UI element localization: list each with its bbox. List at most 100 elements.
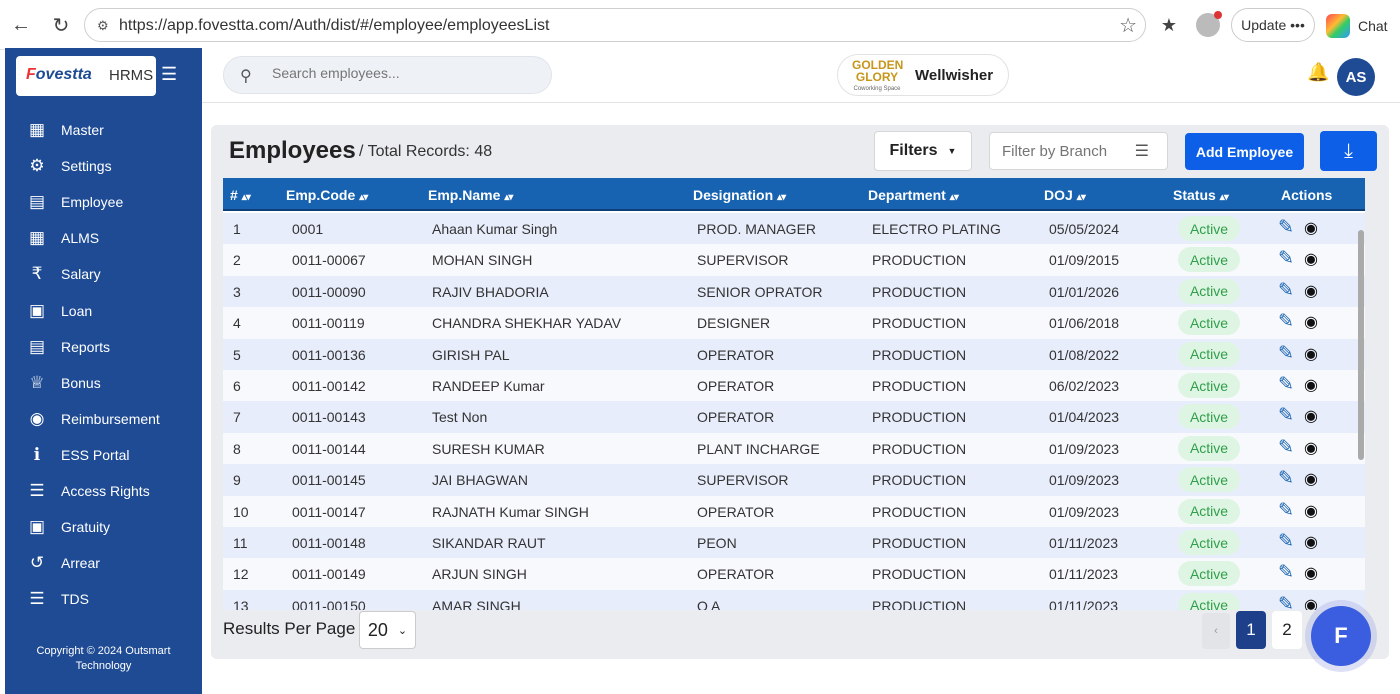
- column-header-emp-code[interactable]: Emp.Code ▴▾: [286, 187, 368, 203]
- table-row[interactable]: 1 0001 Ahaan Kumar Singh PROD. MANAGER ELECT…: [223, 213, 1365, 245]
- table-row[interactable]: 11 0011-00148 SIKANDAR RAUT PEON PRODUCTION 0…: [223, 527, 1365, 559]
- edit-icon[interactable]: ✎: [1278, 593, 1294, 610]
- table-row[interactable]: 2 0011-00067 MOHAN SINGH SUPERVISOR PRODUCTI…: [223, 244, 1365, 276]
- view-eye-icon[interactable]: ◉: [1304, 312, 1318, 332]
- sidebar-item-salary[interactable]: ₹ Salary: [5, 256, 202, 292]
- site-info-icon[interactable]: ⚙: [97, 18, 109, 34]
- sidebar-item-ess-portal[interactable]: ℹ ESS Portal: [5, 437, 202, 473]
- table-row[interactable]: 10 0011-00147 RAJNATH Kumar SINGH OPERATOR P…: [223, 495, 1365, 527]
- sort-icon[interactable]: ▴▾: [777, 192, 786, 203]
- edit-icon[interactable]: ✎: [1278, 467, 1294, 490]
- branch-filter-input[interactable]: [1002, 143, 1132, 160]
- prev-page-button[interactable]: ‹: [1202, 613, 1230, 649]
- column-header-index[interactable]: # ▴▾: [230, 187, 251, 203]
- user-avatar[interactable]: AS: [1337, 58, 1375, 96]
- column-header-department[interactable]: Department ▴▾: [868, 187, 959, 203]
- edit-icon[interactable]: ✎: [1278, 499, 1294, 522]
- favorites-icon[interactable]: ★: [1154, 10, 1184, 40]
- filter-icon[interactable]: ☰: [1135, 141, 1149, 161]
- download-icon[interactable]: ⤓: [1320, 131, 1377, 171]
- edit-icon[interactable]: ✎: [1278, 279, 1294, 302]
- column-header-status[interactable]: Status ▴▾: [1173, 187, 1229, 203]
- sidebar-item-settings[interactable]: ⚙ Settings: [5, 148, 202, 184]
- table-row[interactable]: 13 0011-00150 AMAR SINGH Q A PRODUCTION 01/11…: [223, 589, 1365, 610]
- status-badge: Active: [1178, 592, 1240, 610]
- organization-switcher[interactable]: GOLDEN GLORY Coworking Space Wellwisher: [837, 54, 1009, 96]
- view-eye-icon[interactable]: ◉: [1304, 532, 1318, 552]
- edit-icon[interactable]: ✎: [1278, 310, 1294, 333]
- bookmark-star-icon[interactable]: ☆: [1119, 13, 1137, 38]
- table-row[interactable]: 9 0011-00145 JAI BHAGWAN SUPERVISOR PRODUCTI…: [223, 464, 1365, 496]
- table-row[interactable]: 6 0011-00142 RANDEEP Kumar OPERATOR PRODUCTI…: [223, 370, 1365, 402]
- reload-icon[interactable]: ↻: [46, 10, 76, 40]
- filters-dropdown[interactable]: Filters ▼: [874, 131, 972, 171]
- profile-avatar[interactable]: [1196, 11, 1222, 37]
- sidebar-item-reimbursement[interactable]: ◉ Reimbursement: [5, 401, 202, 437]
- update-button[interactable]: Update •••: [1231, 8, 1315, 42]
- sort-icon[interactable]: ▴▾: [242, 192, 251, 203]
- edit-icon[interactable]: ✎: [1278, 561, 1294, 584]
- view-eye-icon[interactable]: ◉: [1304, 375, 1318, 395]
- view-eye-icon[interactable]: ◉: [1304, 281, 1318, 301]
- view-eye-icon[interactable]: ◉: [1304, 501, 1318, 521]
- view-eye-icon[interactable]: ◉: [1304, 563, 1318, 583]
- table-row[interactable]: 7 0011-00143 Test Non OPERATOR PRODUCTION 01/…: [223, 401, 1365, 433]
- sidebar-item-master[interactable]: ▦ Master: [5, 112, 202, 148]
- sidebar-item-loan[interactable]: ▣ Loan: [5, 293, 202, 329]
- branch-filter[interactable]: ☰: [989, 132, 1168, 170]
- back-arrow-icon[interactable]: ←: [6, 10, 36, 40]
- search-input[interactable]: [272, 65, 532, 81]
- sidebar-item-access-rights[interactable]: ☰ Access Rights: [5, 473, 202, 509]
- edit-icon[interactable]: ✎: [1278, 530, 1294, 553]
- view-eye-icon[interactable]: ◉: [1304, 218, 1318, 238]
- sort-icon[interactable]: ▴▾: [359, 192, 368, 203]
- view-eye-icon[interactable]: ◉: [1304, 344, 1318, 364]
- view-eye-icon[interactable]: ◉: [1304, 438, 1318, 458]
- chat-button[interactable]: Chat: [1326, 14, 1388, 38]
- search-box[interactable]: ⚲: [223, 56, 552, 94]
- sidebar-item-alms[interactable]: ▦ ALMS: [5, 220, 202, 256]
- sidebar-item-tds[interactable]: ☰ TDS: [5, 581, 202, 617]
- view-eye-icon[interactable]: ◉: [1304, 595, 1318, 610]
- results-per-page-select[interactable]: 20 ⌄: [359, 611, 416, 649]
- sort-icon[interactable]: ▴▾: [1220, 192, 1229, 203]
- bell-icon[interactable]: 🔔: [1307, 62, 1329, 83]
- table-row[interactable]: 12 0011-00149 ARJUN SINGH OPERATOR PRODUCTIO…: [223, 558, 1365, 590]
- column-header-doj[interactable]: DOJ ▴▾: [1044, 187, 1086, 203]
- menu-toggle-icon[interactable]: ☰: [161, 64, 177, 85]
- table-row[interactable]: 3 0011-00090 RAJIV BHADORIA SENIOR OPRATOR P…: [223, 275, 1365, 308]
- sidebar-item-reports[interactable]: ▤ Reports: [5, 329, 202, 365]
- edit-icon[interactable]: ✎: [1278, 436, 1294, 459]
- sort-icon[interactable]: ▴▾: [504, 192, 513, 203]
- sort-icon[interactable]: ▴▾: [1077, 192, 1086, 203]
- floating-action-button[interactable]: F: [1311, 606, 1371, 666]
- department: PRODUCTION: [872, 503, 967, 520]
- golden-glory-logo: GOLDEN GLORY Coworking Space: [852, 59, 903, 93]
- edit-icon[interactable]: ✎: [1278, 342, 1294, 365]
- view-eye-icon[interactable]: ◉: [1304, 469, 1318, 489]
- address-bar[interactable]: ⚙ https://app.fovestta.com/Auth/dist/#/e…: [84, 8, 1146, 42]
- column-header-emp-name[interactable]: Emp.Name ▴▾: [428, 187, 513, 203]
- view-eye-icon[interactable]: ◉: [1304, 406, 1318, 426]
- sidebar-item-employee[interactable]: ▤ Employee: [5, 184, 202, 220]
- view-eye-icon[interactable]: ◉: [1304, 249, 1318, 269]
- add-employee-button[interactable]: Add Employee: [1185, 133, 1304, 170]
- edit-icon[interactable]: ✎: [1278, 373, 1294, 396]
- sidebar-item-gratuity[interactable]: ▣ Gratuity: [5, 509, 202, 545]
- brand-logo[interactable]: Fovestta HRMS: [16, 56, 156, 96]
- table-row[interactable]: 4 0011-00119 CHANDRA SHEKHAR YADAV DESIGNER…: [223, 307, 1365, 339]
- page-1-button[interactable]: 1: [1236, 611, 1266, 649]
- page-2-button[interactable]: 2: [1272, 611, 1302, 649]
- edit-icon[interactable]: ✎: [1278, 247, 1294, 270]
- sidebar-item-bonus[interactable]: ♕ Bonus: [5, 365, 202, 401]
- table-row[interactable]: 8 0011-00144 SURESH KUMAR PLANT INCHARGE PRO…: [223, 432, 1365, 465]
- edit-icon[interactable]: ✎: [1278, 216, 1294, 239]
- table-scrollbar[interactable]: [1358, 218, 1366, 608]
- table-row[interactable]: 5 0011-00136 GIRISH PAL OPERATOR PRODUCTION 0…: [223, 338, 1365, 370]
- sidebar-item-arrear[interactable]: ↺ Arrear: [5, 545, 202, 581]
- sort-icon[interactable]: ▴▾: [950, 192, 959, 203]
- designation: SENIOR OPRATOR: [697, 283, 823, 300]
- column-header-designation[interactable]: Designation ▴▾: [693, 187, 786, 203]
- edit-icon[interactable]: ✎: [1278, 404, 1294, 427]
- scrollbar-thumb[interactable]: [1358, 230, 1364, 460]
